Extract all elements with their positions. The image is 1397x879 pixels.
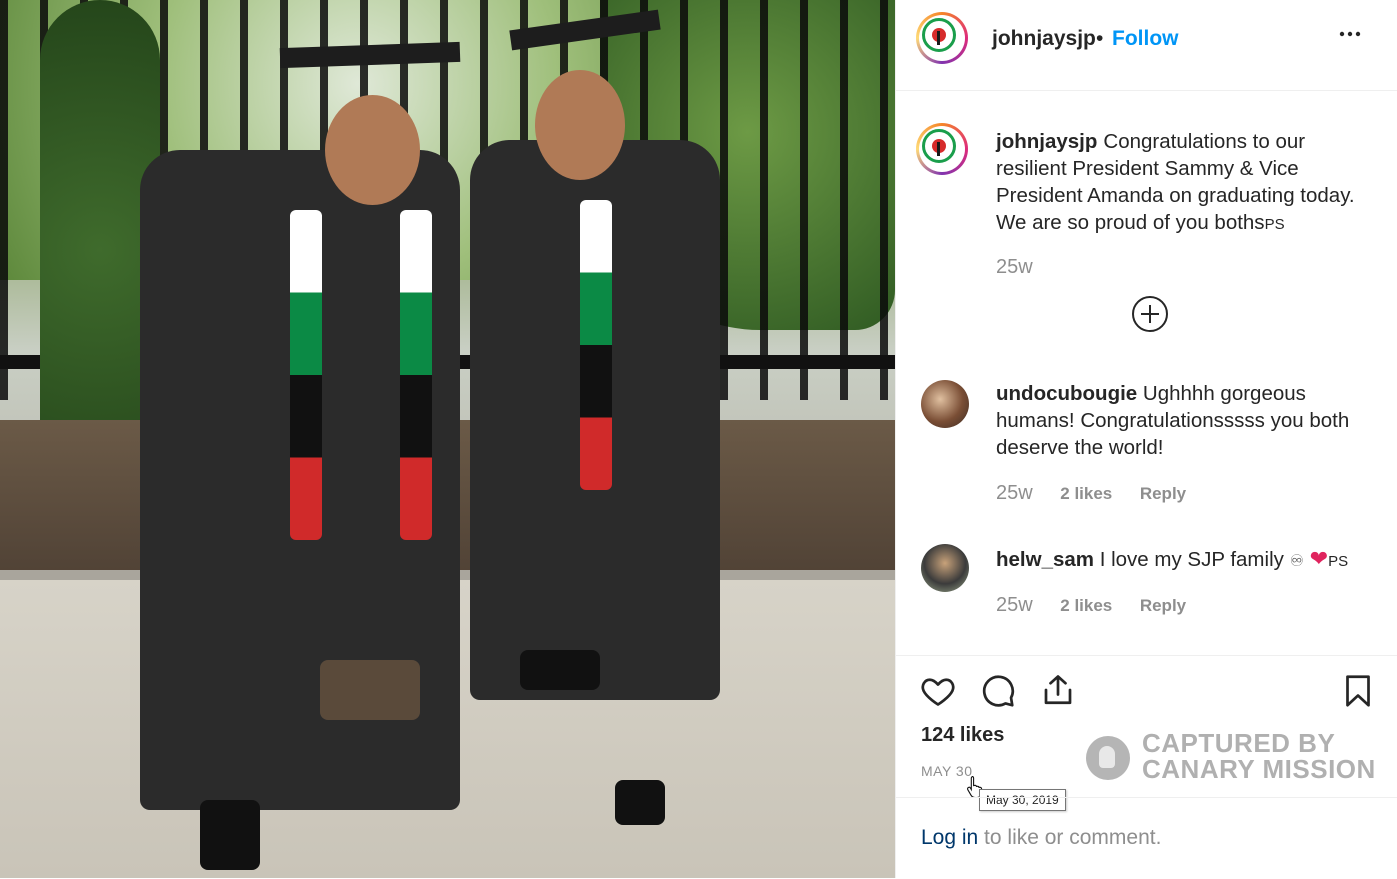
photo-shoe	[200, 800, 260, 870]
comment-username[interactable]: helw_sam	[996, 548, 1094, 571]
login-prompt: Log in to like or comment.	[921, 826, 1161, 850]
login-rest: to like or comment.	[978, 826, 1162, 849]
comment-icon[interactable]	[980, 673, 1016, 714]
comment-time: 25w	[996, 482, 1033, 504]
follow-button[interactable]: Follow	[1112, 27, 1179, 51]
header-username[interactable]: johnjaysjp	[992, 27, 1096, 51]
more-icon[interactable]	[1338, 22, 1362, 53]
commenter-avatar[interactable]	[921, 544, 969, 592]
photo-shoe	[520, 650, 600, 690]
caption-username[interactable]: johnjaysjp	[996, 130, 1097, 153]
like-count[interactable]: 124 likes	[921, 724, 1004, 747]
reply-button[interactable]: Reply	[1140, 484, 1186, 503]
infinity-emoji-icon: ♾	[1289, 553, 1304, 570]
action-divider	[896, 655, 1397, 657]
bookmark-icon[interactable]	[1340, 672, 1376, 715]
photo-face-right	[535, 70, 625, 180]
login-link[interactable]: Log in	[921, 826, 978, 849]
watermark-line2: CANARY MISSION	[1142, 754, 1376, 784]
post-caption: johnjaysjp Congratulations to our resilie…	[996, 128, 1366, 238]
comment-text: I love my SJP family	[1099, 548, 1284, 571]
comment-meta: 25w 2 likes Reply	[996, 594, 1208, 617]
comment: undocubougie Ughhhh gorgeous humans! Con…	[996, 380, 1366, 461]
comment-suffix: PS	[1328, 553, 1349, 570]
caption-timestamp: 25w	[996, 256, 1033, 278]
post-header: johnjaysjp • Follow	[896, 0, 1397, 91]
photo-stole	[580, 200, 612, 490]
comment: helw_sam I love my SJP family ♾ ❤PS	[996, 545, 1366, 575]
comment-meta: 25w 2 likes Reply	[996, 482, 1208, 505]
share-icon[interactable]	[1040, 672, 1076, 713]
post-date[interactable]: MAY 30	[921, 763, 973, 779]
heart-icon[interactable]	[920, 673, 956, 714]
add-circle-icon[interactable]	[1132, 296, 1168, 332]
sjp-logo-icon	[922, 18, 956, 52]
photo-shoe	[320, 660, 420, 720]
login-bar: Log in to like or comment.	[896, 797, 1397, 879]
comment-likes[interactable]: 2 likes	[1060, 484, 1112, 503]
reply-button[interactable]: Reply	[1140, 596, 1186, 615]
canary-bird-icon	[1086, 736, 1130, 780]
caption-avatar[interactable]	[916, 123, 968, 175]
heart-emoji-icon: ❤	[1309, 546, 1329, 571]
post-photo[interactable]	[0, 0, 895, 878]
canary-mission-watermark: CAPTURED BY CANARY MISSION	[1086, 728, 1386, 788]
photo-shoe	[615, 780, 665, 825]
watermark-line1: CAPTURED BY	[1142, 728, 1336, 758]
profile-avatar[interactable]	[916, 12, 968, 64]
post-panel: johnjaysjp • Follow johnjaysjp Congratula…	[895, 0, 1397, 878]
photo-stole	[400, 210, 432, 540]
photo-stole	[290, 210, 322, 540]
comment-username[interactable]: undocubougie	[996, 382, 1137, 405]
comment-likes[interactable]: 2 likes	[1060, 596, 1112, 615]
comment-time: 25w	[996, 594, 1033, 616]
sjp-logo-icon	[922, 129, 956, 163]
photo-face-left	[325, 95, 420, 205]
header-separator: •	[1096, 27, 1104, 50]
watermark-text: CAPTURED BY CANARY MISSION	[1142, 730, 1376, 782]
caption-suffix: PS	[1264, 216, 1285, 233]
commenter-avatar[interactable]	[921, 380, 969, 428]
